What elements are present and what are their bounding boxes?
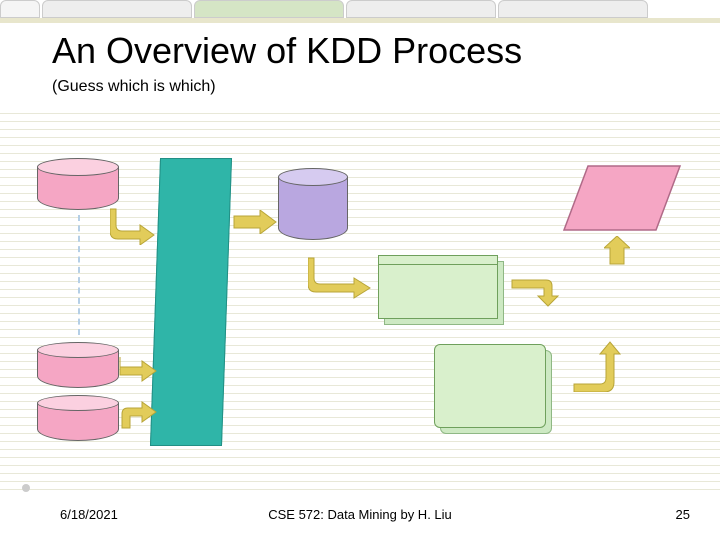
cylinder-pink-bottom — [37, 395, 119, 441]
cylinder-purple — [278, 168, 348, 240]
cylinder-pink-middle — [37, 342, 119, 388]
arrow-icon — [570, 340, 624, 392]
parallelogram-pattern — [560, 162, 684, 236]
tab — [498, 0, 648, 18]
teal-warehouse-shape — [150, 158, 232, 446]
tab-row — [0, 0, 720, 20]
corner-dot-icon — [22, 484, 30, 492]
arrow-icon — [232, 210, 278, 234]
tab — [42, 0, 192, 18]
arrow-icon — [118, 400, 160, 434]
green-box-lower — [434, 344, 546, 428]
slide-title: An Overview of KDD Process — [52, 30, 522, 72]
slide-subtitle: (Guess which is which) — [52, 78, 216, 96]
tab — [346, 0, 496, 18]
title-underline — [0, 18, 720, 23]
arrow-icon — [118, 355, 160, 385]
cylinder-pink-top — [37, 158, 119, 210]
green-box-upper — [378, 255, 498, 319]
tab — [0, 0, 40, 18]
tab — [194, 0, 344, 18]
footer-page-number: 25 — [676, 507, 690, 522]
arrow-icon — [110, 205, 158, 245]
arrow-icon — [510, 278, 568, 308]
footer-date: 6/18/2021 — [60, 507, 118, 522]
footer-course: CSE 572: Data Mining by H. Liu — [268, 507, 452, 522]
dashed-connector — [78, 215, 80, 335]
arrow-icon — [604, 236, 630, 266]
arrow-icon — [308, 256, 374, 300]
